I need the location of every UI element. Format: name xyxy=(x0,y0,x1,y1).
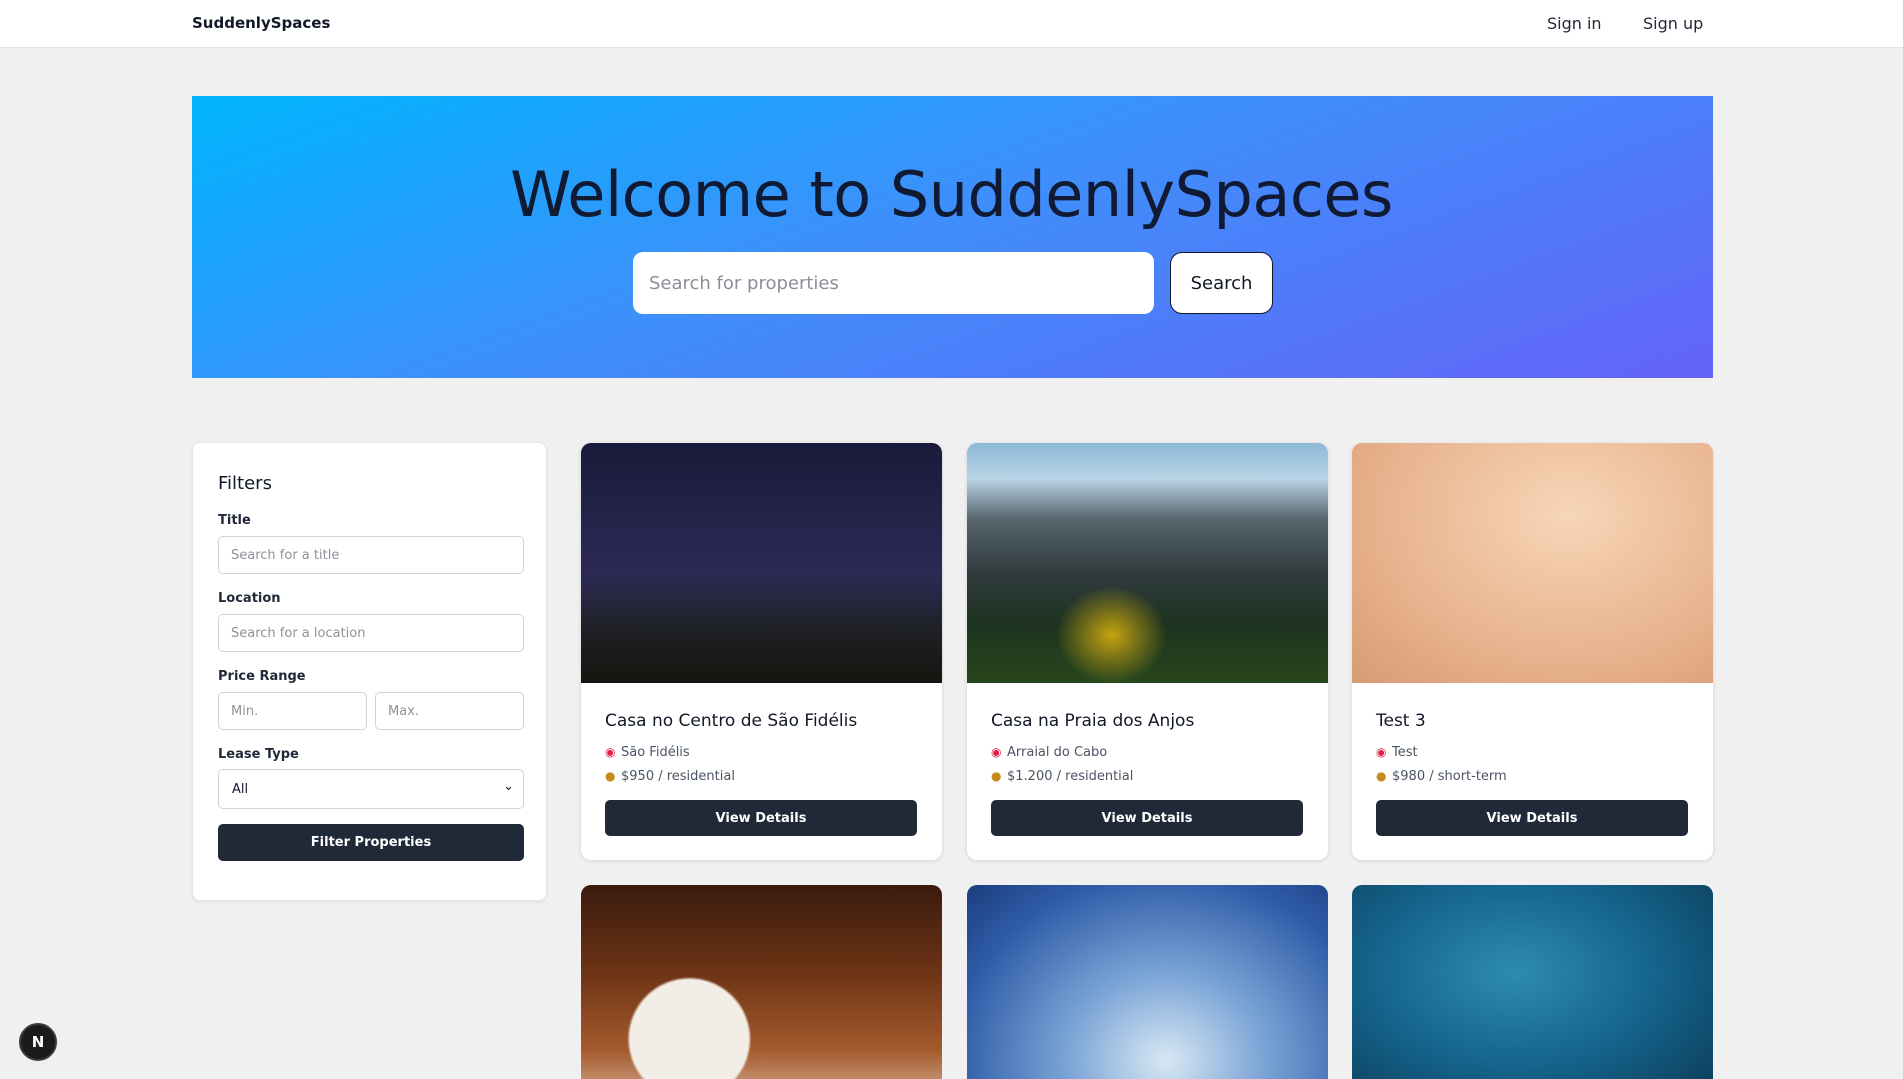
max-price-input[interactable] xyxy=(375,692,524,730)
sign-in-link[interactable]: Sign in xyxy=(1547,14,1602,33)
property-search-input[interactable] xyxy=(633,252,1154,314)
chevron-down-icon: ⌄ xyxy=(503,779,514,794)
property-location: ◉ Arraial do Cabo xyxy=(991,745,1107,760)
property-title: Casa no Centro de São Fidélis xyxy=(605,711,858,731)
property-image[interactable] xyxy=(581,443,942,683)
location-filter-label: Location xyxy=(218,591,281,606)
property-card: Casa no Centro de São Fidélis ◉ São Fidél… xyxy=(581,443,942,860)
property-card: Test 3 ◉ Test ● $980 / short-term View Det… xyxy=(1352,443,1713,860)
property-card-image[interactable] xyxy=(967,885,1328,1079)
property-price: ● $950 / residential xyxy=(605,769,735,784)
property-title: Test 3 xyxy=(1376,711,1426,731)
map-pin-icon: ◉ xyxy=(1376,745,1387,759)
filters-title: Filters xyxy=(218,473,272,494)
lease-type-select[interactable]: All ⌄ xyxy=(218,769,524,809)
view-details-button[interactable]: View Details xyxy=(991,800,1303,836)
property-location-text: Test xyxy=(1392,745,1418,760)
money-bag-icon: ● xyxy=(605,769,616,783)
filters-panel: Filters Title Location Price Range Lease… xyxy=(192,442,547,901)
min-price-input[interactable] xyxy=(218,692,367,730)
money-bag-icon: ● xyxy=(1376,769,1387,783)
lease-type-value: All xyxy=(232,782,249,797)
view-details-button[interactable]: View Details xyxy=(1376,800,1688,836)
property-price-text: $980 / short-term xyxy=(1392,769,1507,784)
property-price: ● $1.200 / residential xyxy=(991,769,1133,784)
map-pin-icon: ◉ xyxy=(605,745,616,759)
price-range-label: Price Range xyxy=(218,669,306,684)
property-title: Casa na Praia dos Anjos xyxy=(991,711,1195,731)
hero-banner xyxy=(192,96,1713,378)
hero-title: Welcome to SuddenlySpaces xyxy=(510,158,1393,231)
title-filter-label: Title xyxy=(218,513,251,528)
property-card: Casa na Praia dos Anjos ◉ Arraial do Cabo… xyxy=(967,443,1328,860)
filter-properties-button[interactable]: Filter Properties xyxy=(218,824,524,861)
lease-type-label: Lease Type xyxy=(218,747,299,762)
location-filter-input[interactable] xyxy=(218,614,524,652)
title-filter-input[interactable] xyxy=(218,536,524,574)
sign-up-link[interactable]: Sign up xyxy=(1643,14,1703,33)
view-details-button[interactable]: View Details xyxy=(605,800,917,836)
search-button[interactable]: Search xyxy=(1170,252,1273,314)
property-location: ◉ São Fidélis xyxy=(605,745,690,760)
brand-logo[interactable]: SuddenlySpaces xyxy=(192,14,330,32)
property-location-text: São Fidélis xyxy=(621,745,690,760)
nextjs-dev-badge[interactable]: N xyxy=(19,1023,57,1061)
property-price: ● $980 / short-term xyxy=(1376,769,1507,784)
property-price-text: $950 / residential xyxy=(621,769,735,784)
property-image[interactable] xyxy=(1352,443,1713,683)
top-navbar: SuddenlySpaces Sign in Sign up xyxy=(0,0,1903,48)
money-bag-icon: ● xyxy=(991,769,1002,783)
property-image[interactable] xyxy=(967,443,1328,683)
property-location-text: Arraial do Cabo xyxy=(1007,745,1108,760)
property-card-image[interactable] xyxy=(581,885,942,1079)
property-card-image[interactable] xyxy=(1352,885,1713,1079)
map-pin-icon: ◉ xyxy=(991,745,1002,759)
property-location: ◉ Test xyxy=(1376,745,1418,760)
property-price-text: $1.200 / residential xyxy=(1007,769,1134,784)
